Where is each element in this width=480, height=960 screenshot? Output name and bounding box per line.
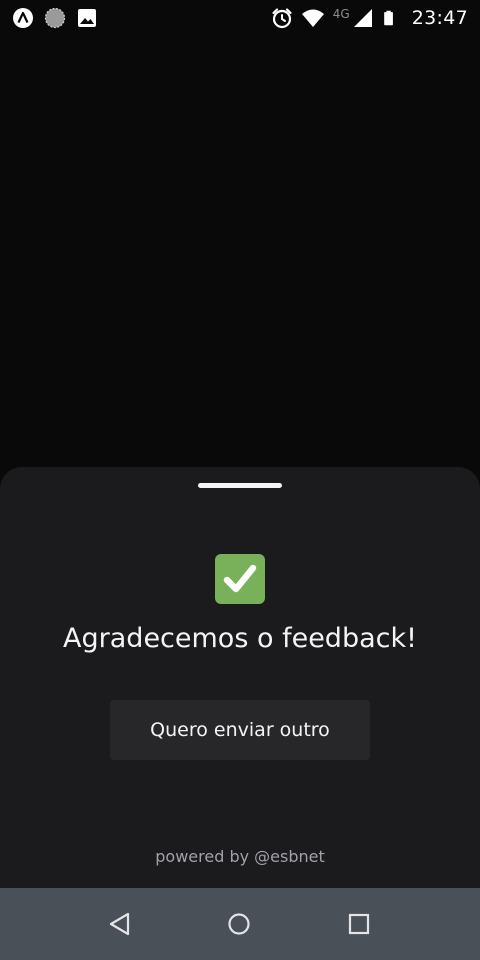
drag-handle[interactable] — [198, 483, 282, 488]
status-bar: 4G 23:47 — [0, 0, 480, 36]
wifi-icon — [301, 9, 324, 27]
app-screen: 4G 23:47 Agradecemos o feedback! Quero e… — [0, 0, 480, 960]
esbnet-link[interactable]: @esbnet — [254, 847, 325, 866]
sync-icon — [44, 7, 66, 29]
powered-by-label: powered by — [155, 847, 255, 866]
clock: 23:47 — [411, 7, 468, 29]
recents-icon[interactable] — [343, 908, 375, 940]
network-type-label: 4G — [332, 7, 350, 21]
system-status-icons: 4G 23:47 — [271, 6, 468, 30]
cellular-signal-icon — [353, 9, 372, 27]
image-icon — [78, 9, 96, 27]
notification-icons — [12, 7, 98, 29]
navigation-bar — [0, 888, 480, 960]
launcher-app-icon — [13, 8, 33, 28]
feedback-bottom-sheet: Agradecemos o feedback! Quero enviar out… — [0, 467, 480, 888]
check-mark-icon — [215, 554, 265, 604]
success-title: Agradecemos o feedback! — [63, 623, 417, 654]
back-icon[interactable] — [104, 908, 136, 940]
battery-icon — [383, 10, 393, 26]
send-another-button[interactable]: Quero enviar outro — [110, 700, 370, 760]
home-icon[interactable] — [223, 908, 255, 940]
powered-by-footer: powered by @esbnet — [0, 847, 480, 866]
alarm-icon — [272, 8, 292, 29]
